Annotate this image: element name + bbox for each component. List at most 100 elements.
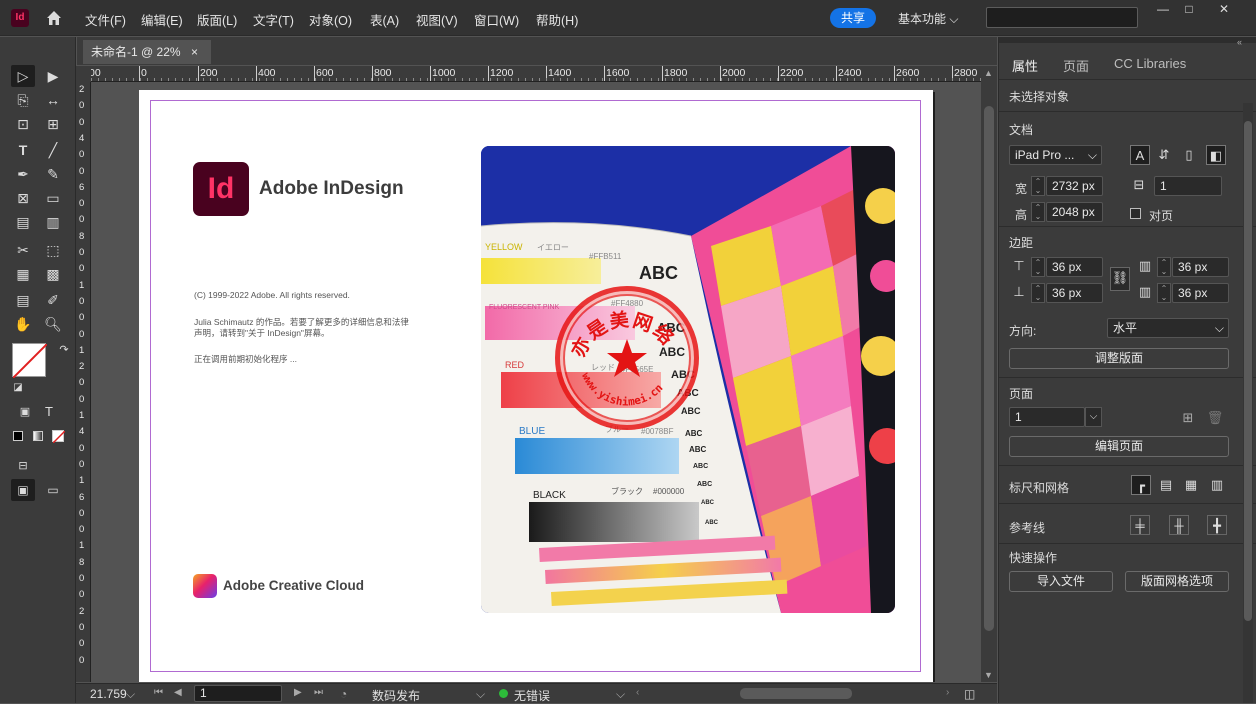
margin-top-field[interactable]: 36 px: [1046, 257, 1103, 277]
free-transform-tool-icon[interactable]: ⬚: [41, 239, 65, 261]
close-window-icon[interactable]: ✕: [1207, 0, 1241, 18]
note-tool-icon[interactable]: ▤: [11, 289, 35, 311]
hand-tool-icon[interactable]: ✋: [11, 313, 35, 335]
page-number-field[interactable]: 1: [194, 685, 282, 702]
show-guides-icon[interactable]: ╪: [1130, 515, 1150, 535]
share-button[interactable]: 共享: [830, 8, 876, 28]
search-input[interactable]: [986, 7, 1138, 28]
menu-table[interactable]: 表(A): [370, 10, 399, 29]
eyedropper-tool-icon[interactable]: ✐: [41, 289, 65, 311]
type-tool-icon[interactable]: T: [11, 139, 35, 161]
scroll-right-icon[interactable]: ›: [946, 687, 949, 698]
menu-type[interactable]: 文字(T): [253, 10, 294, 29]
document-grid-icon[interactable]: ▦: [1181, 475, 1201, 495]
vertical-grid-tool-icon[interactable]: ▥: [41, 211, 65, 233]
errors-dropdown-icon[interactable]: ⌵: [616, 687, 625, 702]
direct-selection-tool-icon[interactable]: ▶: [41, 65, 65, 87]
panel-scroll-thumb[interactable]: [1244, 121, 1252, 621]
mode-icon[interactable]: ⊟: [11, 455, 35, 477]
margin-bottom-stepper[interactable]: ⌃ ⌄: [1031, 283, 1045, 303]
swap-colors-icon[interactable]: ↷: [52, 339, 76, 361]
maximize-icon[interactable]: □: [1172, 0, 1206, 18]
margin-top-stepper[interactable]: ⌃ ⌄: [1031, 257, 1045, 277]
height-field[interactable]: 2048 px: [1046, 202, 1103, 222]
zoom-dropdown-icon[interactable]: ⌵: [126, 687, 135, 702]
vertical-scroll-thumb[interactable]: [984, 106, 994, 631]
content-collector-icon[interactable]: ⊡: [11, 113, 35, 135]
margin-left-stepper[interactable]: ⌃ ⌄: [1157, 257, 1171, 277]
ruler-origin[interactable]: [76, 66, 91, 82]
pencil-tool-icon[interactable]: ✎: [41, 163, 65, 185]
panel-scrollbar[interactable]: [1243, 103, 1253, 703]
last-page-icon[interactable]: ⏭: [314, 687, 323, 698]
intent-mobile-icon[interactable]: ▯: [1179, 145, 1199, 165]
zoom-tool-icon[interactable]: 🔍︎: [41, 313, 65, 335]
workspace-switcher[interactable]: 基本功能 ⌵: [898, 10, 958, 27]
content-placer-icon[interactable]: ⊞: [41, 113, 65, 135]
width-stepper[interactable]: ⌃ ⌄: [1031, 176, 1045, 196]
margin-right-field[interactable]: 36 px: [1172, 283, 1229, 303]
import-file-button[interactable]: 导入文件: [1009, 571, 1113, 592]
horizontal-scroll-thumb[interactable]: [740, 688, 852, 699]
width-field[interactable]: 2732 px: [1046, 176, 1103, 196]
line-tool-icon[interactable]: ╱: [41, 139, 65, 161]
scroll-down-icon[interactable]: ▼: [984, 670, 993, 680]
horizontal-ruler[interactable]: 0002004006008001000120014001600180020002…: [91, 66, 981, 82]
rectangle-frame-tool-icon[interactable]: ⊠: [11, 187, 35, 209]
margin-left-field[interactable]: 36 px: [1172, 257, 1229, 277]
orientation-select[interactable]: 水平 ⌵: [1107, 318, 1229, 338]
intent-digital-icon[interactable]: ◧: [1206, 145, 1226, 165]
zoom-level[interactable]: 21.759: [90, 687, 127, 701]
menu-layout[interactable]: 版面(L): [197, 10, 237, 29]
menu-help[interactable]: 帮助(H): [536, 10, 578, 29]
intent-print-icon[interactable]: A: [1130, 145, 1150, 165]
gap-tool-icon[interactable]: ↔: [41, 89, 65, 111]
selection-tool-icon[interactable]: ▷: [11, 65, 35, 87]
gradient-feather-tool-icon[interactable]: ▩: [41, 263, 65, 285]
height-stepper[interactable]: ⌃ ⌄: [1031, 202, 1045, 222]
fill-swatch[interactable]: [12, 343, 48, 379]
first-page-icon[interactable]: ⏮: [154, 687, 163, 698]
layout-grid-options-button[interactable]: 版面网格选项: [1125, 571, 1229, 592]
formatting-container-icon[interactable]: ▣: [13, 401, 37, 423]
menu-file[interactable]: 文件(F): [85, 10, 126, 29]
scroll-left-icon[interactable]: ‹: [636, 687, 639, 698]
normal-view-icon[interactable]: ▣: [11, 479, 35, 501]
prev-page-icon[interactable]: ◀: [174, 687, 182, 698]
document-tab[interactable]: 未命名-1 @ 22% ×: [83, 40, 211, 64]
apply-none-icon[interactable]: [52, 430, 66, 444]
adjust-layout-button[interactable]: 调整版面: [1009, 348, 1229, 369]
screen-mode-icon[interactable]: ▭: [41, 479, 65, 501]
smart-guides-icon[interactable]: ╋: [1207, 515, 1227, 535]
formatting-text-icon[interactable]: T: [37, 401, 61, 423]
baseline-grid-icon[interactable]: ▤: [1156, 475, 1176, 495]
page-select[interactable]: 1: [1009, 407, 1085, 427]
menu-edit[interactable]: 编辑(E): [141, 10, 183, 29]
facing-pages-checkbox[interactable]: [1130, 208, 1141, 219]
profile-dropdown-icon[interactable]: ⌵: [476, 687, 485, 702]
apply-gradient-icon[interactable]: [33, 431, 43, 441]
layout-grid-icon[interactable]: ▥: [1207, 475, 1227, 495]
ruler-toggle-icon[interactable]: ┏: [1131, 475, 1151, 495]
vertical-ruler[interactable]: 2 0 0 4 0 0 6 0 0 8 0 0 1 0 0 0 1 2 0 0 1 4 0 0 1 6 0 0 1 8 0 0 2 0 0 0: [76, 82, 91, 682]
edit-page-button[interactable]: 编辑页面: [1009, 436, 1229, 457]
next-page-icon[interactable]: ▶: [294, 687, 302, 698]
margin-right-stepper[interactable]: ⌃ ⌄: [1157, 283, 1171, 303]
tab-properties[interactable]: 属性: [1012, 56, 1038, 75]
menu-window[interactable]: 窗口(W): [474, 10, 519, 29]
apply-color-icon[interactable]: [13, 431, 23, 441]
delete-page-icon[interactable]: 🗑︎: [1205, 408, 1225, 428]
document-page[interactable]: Id Adobe InDesign (C) 1999-2022 Adobe. A…: [139, 90, 933, 682]
preflight-icon[interactable]: ◔: [340, 687, 347, 701]
home-icon[interactable]: [44, 8, 64, 28]
horizontal-grid-tool-icon[interactable]: ▤: [11, 211, 35, 233]
vertical-scrollbar[interactable]: ▲ ▼: [981, 66, 997, 682]
lock-guides-icon[interactable]: ╫: [1169, 515, 1189, 535]
close-tab-icon[interactable]: ×: [191, 40, 198, 64]
page-dropdown-icon[interactable]: ⌵: [1085, 407, 1102, 427]
scroll-up-icon[interactable]: ▲: [984, 68, 993, 78]
split-view-icon[interactable]: ◫: [964, 687, 975, 701]
scissors-tool-icon[interactable]: ✂: [11, 239, 35, 261]
tab-pages[interactable]: 页面: [1063, 56, 1089, 75]
document-preset-select[interactable]: iPad Pro ... ⌵: [1009, 145, 1102, 165]
